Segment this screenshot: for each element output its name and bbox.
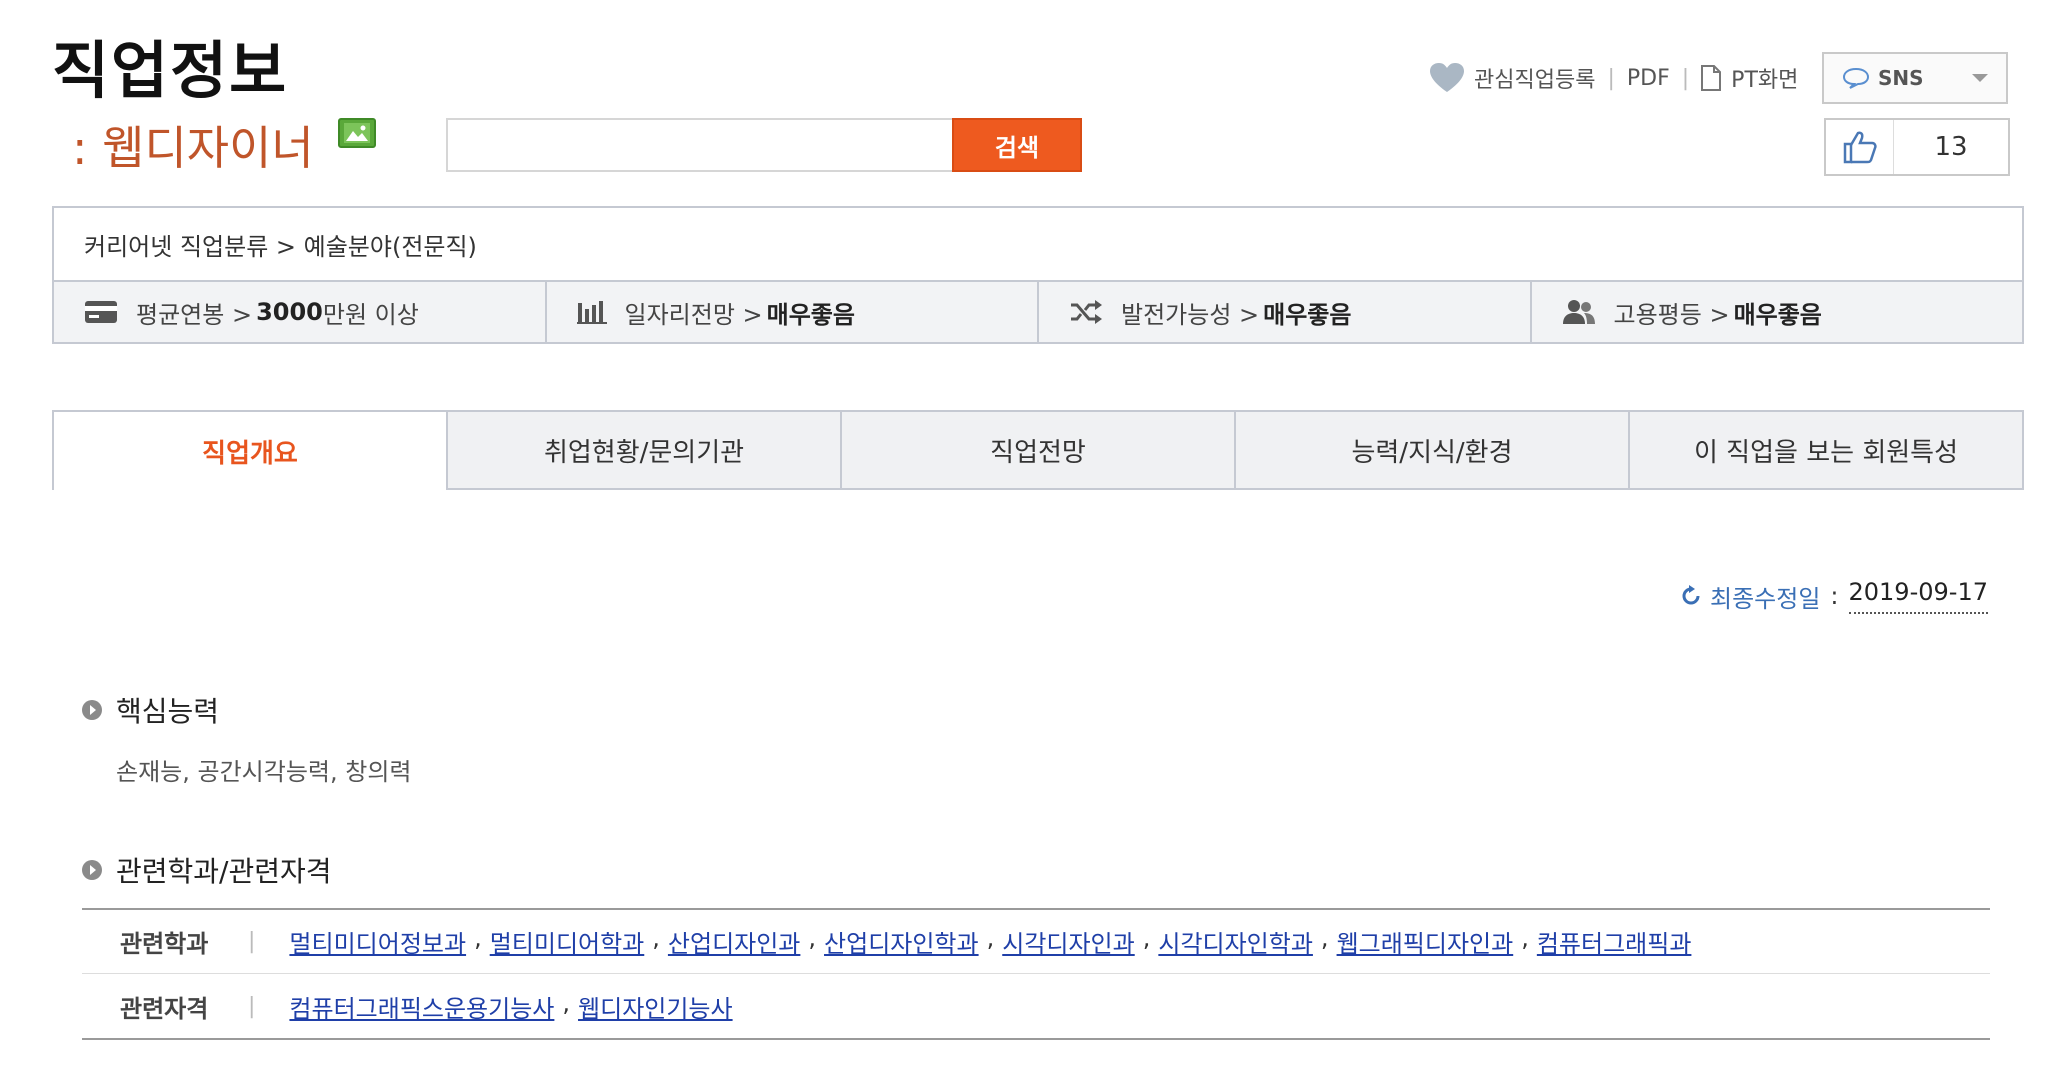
stat-label: 고용평등 > [1613,300,1730,329]
like-button[interactable]: 13 [1824,118,2010,176]
related-certs-label: 관련자격 [120,994,209,1023]
favorite-label: 관심직업등록 [1474,68,1596,93]
shuffle-icon [1071,300,1102,324]
bar-chart-icon [576,301,607,324]
divider: | [1607,65,1615,91]
major-link[interactable]: 산업디자인학과 [824,924,979,959]
updated-colon: : [1830,582,1839,610]
refresh-icon [1682,585,1700,605]
document-icon [1701,65,1722,91]
tab-outlook[interactable]: 직업전망 [842,410,1236,490]
core-ability-title-text: 핵심능력 [116,695,220,728]
related-table: 관련학과 | 멀티미디어정보과, 멀티미디어학과, 산업디자인과, 산업디자인학… [82,908,1990,1040]
thumbs-up-icon [1826,120,1894,174]
sns-dropdown[interactable]: SNS [1822,52,2008,104]
stat-label: 평균연봉 > [136,300,253,329]
bullet-icon [82,700,102,720]
people-icon [1562,300,1595,324]
last-updated: 최종수정일 : 2019-09-17 [1680,578,1988,614]
major-link[interactable]: 산업디자인과 [668,924,800,959]
stat-value: 매우좋음 [1263,300,1352,329]
major-link[interactable]: 웹그래픽디자인과 [1337,924,1514,959]
divider: | [1681,65,1690,91]
related-majors-row: 관련학과 | 멀티미디어정보과, 멀티미디어학과, 산업디자인과, 산업디자인학… [82,910,1990,974]
stat-value: 매우좋음 [766,300,855,329]
tab-overview[interactable]: 직업개요 [52,410,448,490]
card-icon [85,301,117,323]
job-name-text: : 웹디자이너 [72,121,314,175]
row-divider: | [248,929,256,954]
related-certs-links: 컴퓨터그래픽스운용기능사, 웹디자인기능사 [289,988,733,1024]
pt-label: PT화면 [1731,68,1799,93]
stat-growth: 발전가능성 > 매우좋음 [1039,282,1532,342]
cert-link[interactable]: 웹디자인기능사 [578,989,733,1024]
search-input[interactable] [446,118,954,172]
tab-employment[interactable]: 취업현황/문의기관 [448,410,842,490]
sns-label: SNS [1878,66,1924,90]
updated-date: 2019-09-17 [1848,578,1988,614]
major-link[interactable]: 컴퓨터그래픽과 [1537,924,1692,959]
job-info-box: 커리어넷 직업분류 > 예술분야(전문직) 평균연봉 > 3000 만원 이상 … [52,206,2024,344]
page-title: 직업정보 [52,34,289,107]
speech-bubble-icon [1842,67,1870,89]
classification: 커리어넷 직업분류 > 예술분야(전문직) [54,208,2022,282]
pt-button[interactable]: PT화면 [1701,62,1798,94]
tab-abilities[interactable]: 능력/지식/환경 [1236,410,1630,490]
stat-suffix: 만원 이상 [322,300,419,329]
stat-equality: 고용평등 > 매우좋음 [1532,282,2023,342]
tab-member-traits[interactable]: 이 직업을 보는 회원특성 [1630,410,2024,490]
chevron-down-icon [1972,74,1988,82]
stat-outlook: 일자리전망 > 매우좋음 [547,282,1039,342]
favorite-button[interactable]: 관심직업등록 [1430,62,1595,94]
core-ability-body: 손재능, 공간시각능력, 창의력 [116,758,412,786]
major-link[interactable]: 시각디자인과 [1002,924,1134,959]
cert-link[interactable]: 컴퓨터그래픽스운용기능사 [289,989,554,1024]
related-majors-label: 관련학과 [120,930,209,958]
major-link[interactable]: 멀티미디어정보과 [289,924,466,959]
image-icon[interactable] [337,118,376,148]
stats-row: 평균연봉 > 3000 만원 이상 일자리전망 > 매우좋음 발전가능성 > 매… [54,282,2022,342]
stat-label: 일자리전망 > [624,300,763,329]
stat-value: 매우좋음 [1733,300,1822,329]
job-name: : 웹디자이너 [72,112,376,178]
core-ability-title: 핵심능력 [82,690,219,730]
pdf-label: PDF [1626,65,1670,91]
major-link[interactable]: 멀티미디어학과 [490,924,645,959]
tab-bar: 직업개요 취업현황/문의기관 직업전망 능력/지식/환경 이 직업을 보는 회원… [52,410,2024,490]
like-count: 13 [1934,132,1968,162]
stat-label: 발전가능성 > [1121,300,1260,329]
related-certs-row: 관련자격 | 컴퓨터그래픽스운용기능사, 웹디자인기능사 [82,974,1990,1038]
top-tools: 관심직업등록 | PDF | PT화면 [1430,62,1798,94]
updated-label: 최종수정일 [1710,584,1821,613]
bullet-icon [82,860,102,880]
stat-salary: 평균연봉 > 3000 만원 이상 [54,282,547,342]
stat-value: 3000 [256,298,323,326]
row-divider: | [248,993,256,1019]
major-link[interactable]: 시각디자인학과 [1158,924,1313,959]
search-button[interactable]: 검색 [952,118,1082,172]
heart-icon [1430,63,1464,92]
related-title: 관련학과/관련자격 [82,850,332,890]
related-title-text: 관련학과/관련자격 [116,855,332,888]
related-majors-links: 멀티미디어정보과, 멀티미디어학과, 산업디자인과, 산업디자인학과, 시각디자… [289,924,1692,959]
pdf-button[interactable]: PDF [1627,66,1670,91]
